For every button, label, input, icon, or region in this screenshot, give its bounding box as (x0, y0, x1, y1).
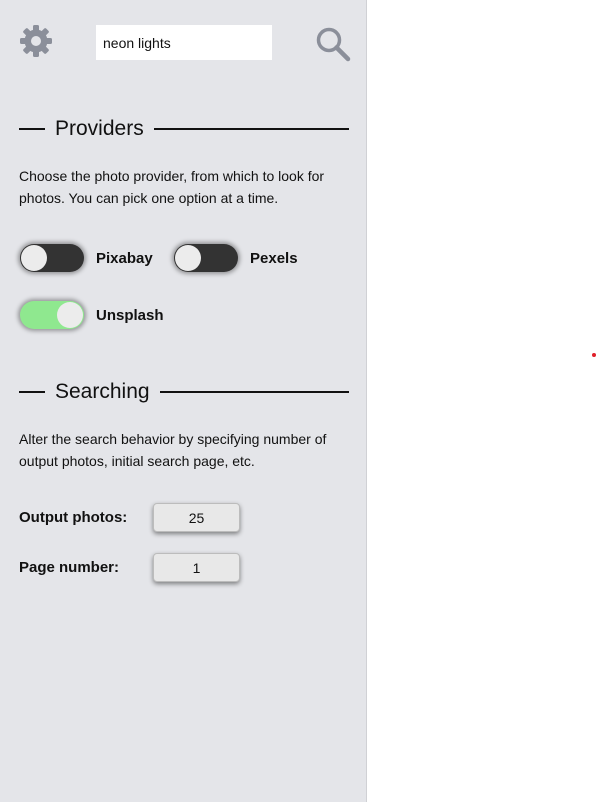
toggle-knob (57, 302, 83, 328)
header-rule (159, 391, 349, 393)
provider-unsplash: Unsplash (20, 301, 164, 329)
provider-pixabay: Pixabay (20, 244, 153, 272)
pixabay-label: Pixabay (96, 249, 153, 267)
header-dash (19, 128, 45, 130)
output-photos-input[interactable] (153, 503, 240, 532)
pixabay-toggle[interactable] (20, 244, 84, 272)
toggle-knob (21, 245, 47, 271)
pexels-label: Pexels (250, 249, 298, 267)
search-input[interactable] (96, 25, 272, 60)
searching-title: Searching (55, 380, 150, 403)
page-number-label: Page number: (19, 559, 120, 576)
output-photos-label: Output photos: (19, 509, 128, 526)
header-dash (19, 391, 45, 393)
providers-header: Providers (19, 114, 349, 144)
unsplash-label: Unsplash (96, 306, 164, 324)
settings-panel: Providers Choose the photo provider, fro… (0, 0, 367, 802)
unsplash-toggle[interactable] (20, 301, 84, 329)
toggle-knob (175, 245, 201, 271)
search-icon[interactable] (315, 26, 351, 62)
searching-header: Searching (19, 377, 349, 407)
header-rule (153, 128, 349, 130)
providers-title: Providers (55, 117, 144, 140)
provider-pexels: Pexels (174, 244, 298, 272)
indicator-dot (592, 353, 596, 357)
pexels-toggle[interactable] (174, 244, 238, 272)
searching-description: Alter the search behavior by specifying … (19, 431, 327, 469)
providers-description: Choose the photo provider, from which to… (19, 168, 325, 206)
gear-icon[interactable] (19, 24, 53, 58)
page-number-input[interactable] (153, 553, 240, 582)
